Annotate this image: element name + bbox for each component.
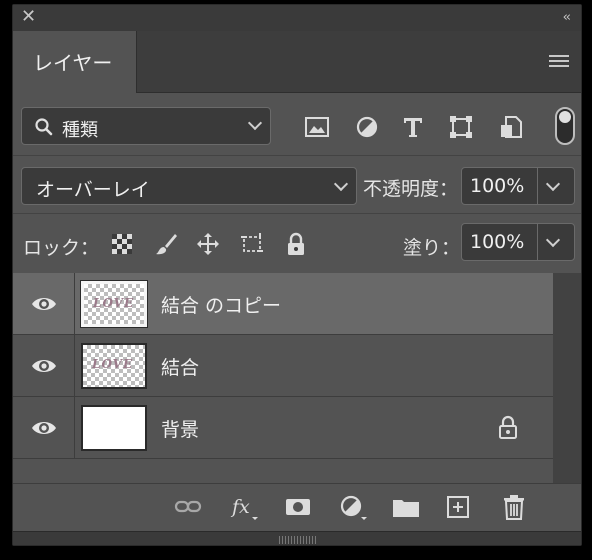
visibility-cell[interactable] <box>13 273 75 335</box>
shape-filter-icon[interactable] <box>447 113 475 141</box>
opacity-value: 100% <box>470 175 525 197</box>
field-separator <box>537 168 538 204</box>
lock-transparent-pixels-icon[interactable] <box>109 231 135 257</box>
tab-layers[interactable]: レイヤー <box>13 31 137 93</box>
eye-icon[interactable] <box>31 293 57 315</box>
layer-row[interactable]: 背景 <box>13 397 553 459</box>
trash-icon[interactable] <box>499 492 529 522</box>
chevron-down-icon <box>247 115 263 131</box>
visibility-cell[interactable] <box>13 397 75 459</box>
layer-thumbnail-art: LOVE <box>93 296 135 310</box>
resize-grip-icon[interactable] <box>279 536 317 544</box>
filter-kind-select[interactable]: 種類 <box>21 107 271 145</box>
resize-strip[interactable] <box>13 531 581 545</box>
tab-label: レイヤー <box>33 51 113 75</box>
tab-bar: レイヤー <box>13 31 581 93</box>
move-icon[interactable] <box>195 231 221 257</box>
folder-icon[interactable] <box>391 492 421 522</box>
panel-footer: fx <box>13 483 581 529</box>
type-filter-icon[interactable] <box>399 113 427 141</box>
scrollbar-track[interactable] <box>553 273 581 483</box>
fill-field[interactable]: 100% <box>461 223 575 261</box>
layer-name[interactable]: 結合 <box>161 353 199 380</box>
divider <box>13 213 581 214</box>
eye-icon[interactable] <box>31 355 57 377</box>
visibility-cell[interactable] <box>13 335 75 397</box>
link-icon[interactable] <box>173 492 203 522</box>
chevron-down-icon[interactable] <box>545 176 561 192</box>
collapse-icon[interactable]: ‹‹ <box>563 10 572 25</box>
filter-toggle[interactable] <box>555 107 575 145</box>
opacity-field[interactable]: 100% <box>461 167 575 205</box>
layer-name[interactable]: 背景 <box>161 415 199 442</box>
layer-list-empty-area <box>13 463 553 483</box>
lock-all-icon[interactable] <box>283 231 309 257</box>
smart-object-filter-icon[interactable] <box>497 113 525 141</box>
fill-value: 100% <box>470 231 525 253</box>
layer-row[interactable]: LOVE 結合 のコピー <box>13 273 553 335</box>
field-separator <box>537 224 538 260</box>
svg-text:fx: fx <box>230 496 250 518</box>
mask-icon[interactable] <box>283 492 313 522</box>
layer-name[interactable]: 結合 のコピー <box>161 291 281 318</box>
layers-panel: ✕ ‹‹ レイヤー 種類 オーバーレイ 不透明度： 100% ロック： 塗り： … <box>12 4 582 546</box>
chevron-down-icon <box>333 176 349 192</box>
search-icon <box>35 118 53 136</box>
layer-row[interactable]: LOVE 結合 <box>13 335 553 397</box>
new-layer-icon[interactable] <box>443 492 473 522</box>
layer-thumbnail-art: LOVE <box>92 357 134 371</box>
layer-thumbnail[interactable] <box>81 405 147 451</box>
divider <box>13 155 581 156</box>
chevron-down-icon[interactable] <box>545 232 561 248</box>
eye-icon[interactable] <box>31 417 57 439</box>
lock-label: ロック： <box>23 237 100 259</box>
lock-icon[interactable] <box>497 415 519 441</box>
blend-mode-value: オーバーレイ <box>36 179 150 201</box>
toggle-knob <box>559 111 571 123</box>
opacity-label: 不透明度： <box>363 178 459 200</box>
layer-thumbnail[interactable]: LOVE <box>80 280 148 328</box>
brush-icon[interactable] <box>153 231 179 257</box>
panel-menu-icon[interactable] <box>549 55 569 69</box>
image-filter-icon[interactable] <box>303 113 331 141</box>
fill-label: 塗り： <box>403 237 461 259</box>
adjustment-icon[interactable] <box>337 492 367 522</box>
fx-icon[interactable]: fx <box>229 492 259 522</box>
artboard-lock-icon[interactable] <box>239 231 265 257</box>
blend-mode-select[interactable]: オーバーレイ <box>21 167 357 205</box>
close-icon[interactable]: ✕ <box>21 8 36 26</box>
adjustment-filter-icon[interactable] <box>353 113 381 141</box>
filter-kind-label: 種類 <box>62 120 98 141</box>
layer-thumbnail[interactable]: LOVE <box>81 343 147 389</box>
panel-titlebar: ✕ ‹‹ <box>13 5 581 31</box>
